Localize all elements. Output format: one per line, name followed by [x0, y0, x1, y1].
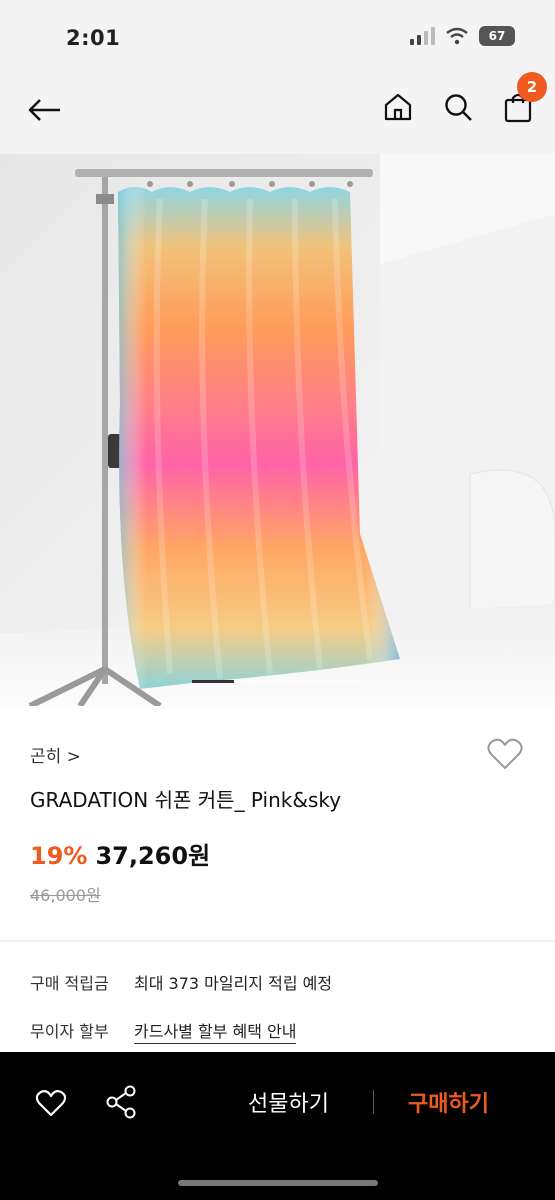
wifi-icon [446, 27, 468, 45]
cart-count-badge: 2 [517, 72, 547, 102]
brand-link[interactable]: 곤히 > [30, 742, 81, 767]
bottom-action-bar: 선물하기 구매하기 [0, 1052, 555, 1200]
back-arrow-icon [28, 99, 60, 121]
battery-indicator: 67 [479, 26, 515, 46]
nav-bar: 2 [0, 70, 555, 154]
home-button[interactable] [381, 88, 415, 126]
installment-row: 무이자 할부 카드사별 할부 혜택 안내 [30, 1018, 297, 1044]
wishlist-button[interactable] [485, 734, 525, 774]
status-time: 2:01 [66, 26, 121, 50]
heart-icon [487, 738, 523, 769]
nav-actions: 2 [381, 72, 547, 126]
status-bar: 2:01 67 [0, 0, 555, 70]
product-title: GRADATION 쉬폰 커튼_ Pink&sky [30, 788, 342, 812]
search-icon [445, 94, 472, 121]
home-indicator [178, 1180, 378, 1186]
heart-outline-icon [35, 1090, 67, 1117]
share-icon [106, 1085, 136, 1119]
bottom-wishlist-button[interactable] [34, 1086, 68, 1120]
discount-rate: 19% [30, 842, 88, 870]
back-button[interactable] [22, 86, 66, 130]
installment-label: 무이자 할부 [30, 1022, 109, 1041]
product-photo [0, 154, 555, 706]
share-button[interactable] [104, 1084, 138, 1120]
points-row: 구매 적립금 최대 373 마일리지 적립 예정 [30, 970, 332, 994]
carousel-indicator [192, 680, 362, 683]
cart-button[interactable]: 2 [501, 72, 547, 126]
points-value: 최대 373 마일리지 적립 예정 [134, 974, 333, 993]
installment-info-link[interactable]: 카드사별 할부 혜택 안내 [134, 1018, 297, 1044]
product-info: 곤히 > GRADATION 쉬폰 커튼_ Pink&sky 19% 37,26… [0, 706, 555, 942]
points-label: 구매 적립금 [30, 974, 109, 993]
home-icon [384, 93, 412, 121]
status-icons: 67 [409, 26, 515, 46]
benefits-section: 구매 적립금 최대 373 마일리지 적립 예정 무이자 할부 카드사별 할부 … [0, 942, 555, 1052]
buy-button[interactable]: 구매하기 [408, 1086, 489, 1118]
action-separator [373, 1090, 374, 1114]
carousel-indicator-active [192, 680, 234, 683]
price-row: 19% 37,260원 [30, 836, 210, 871]
search-button[interactable] [441, 88, 475, 126]
sale-price: 37,260원 [95, 842, 211, 870]
gift-button[interactable]: 선물하기 [248, 1086, 329, 1118]
original-price: 46,000원 [30, 886, 101, 905]
product-image-carousel[interactable] [0, 154, 555, 706]
signal-icon [410, 27, 435, 45]
